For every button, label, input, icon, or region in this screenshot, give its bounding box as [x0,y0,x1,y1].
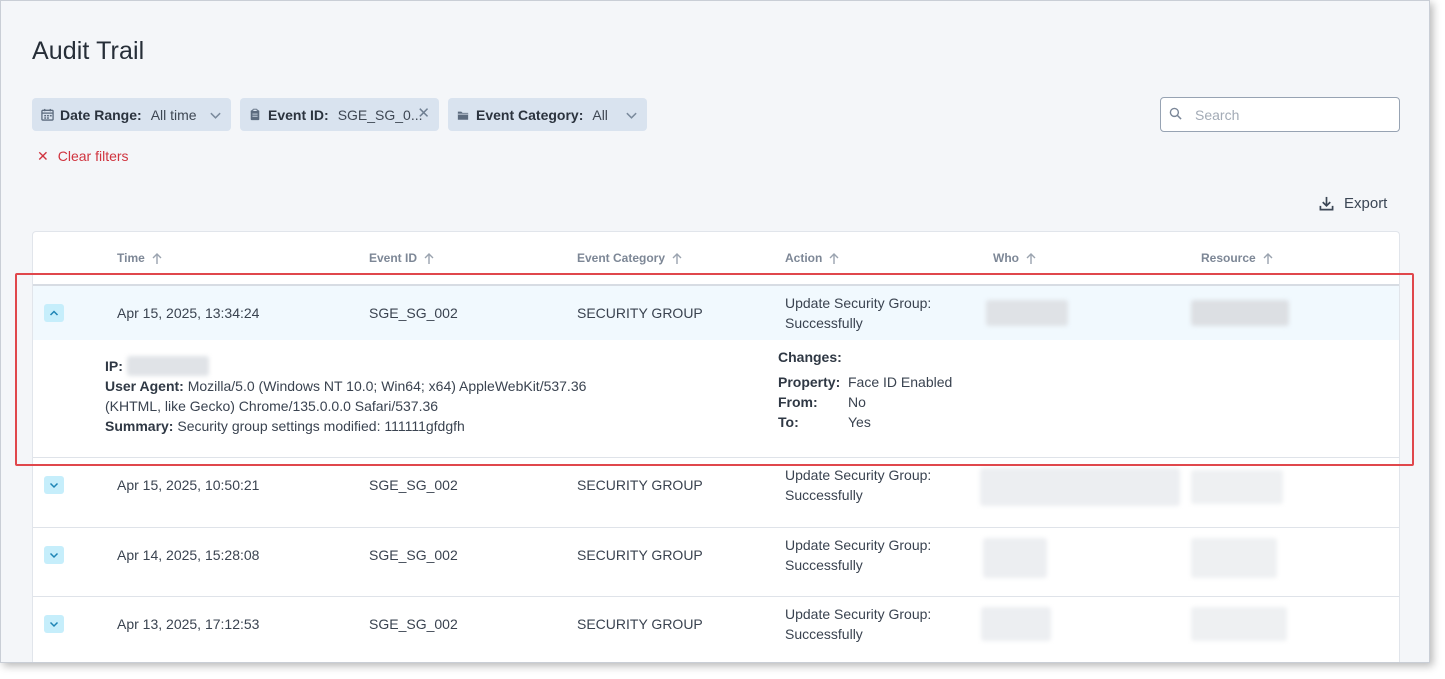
row-time: Apr 14, 2025, 15:28:08 [117,547,260,563]
event-id-filter[interactable]: Event ID: SGE_SG_0... ✕ [240,98,439,131]
row-time: Apr 13, 2025, 17:12:53 [117,616,260,632]
chevron-down-icon[interactable] [624,108,638,122]
row-event-id: SGE_SG_002 [369,547,458,563]
row-event-category: SECURITY GROUP [577,547,703,563]
redacted-resource [1191,607,1287,641]
column-header-event-id[interactable]: Event ID [369,251,434,265]
to-label: To: [778,414,799,430]
close-icon: ✕ [37,148,49,164]
event-id-label: Event ID: [268,106,329,123]
date-range-label: Date Range: [60,106,142,123]
detail-user-agent: User Agent: Mozilla/5.0 (Windows NT 10.0… [105,378,587,414]
table-row[interactable]: Apr 13, 2025, 17:12:53 SGE_SG_002 SECURI… [33,597,1399,662]
event-category-filter[interactable]: Event Category: All [448,98,647,131]
detail-ip: IP: [105,358,123,374]
changes-heading: Changes: [778,349,842,365]
redacted-resource [1191,300,1289,326]
folder-icon [456,108,470,122]
redacted-resource [1191,538,1277,578]
date-range-filter[interactable]: Date Range: All time [32,98,231,131]
app-window: Audit Trail Date Range: All time Event I… [0,0,1430,663]
row-time: Apr 15, 2025, 13:34:24 [117,305,260,321]
sort-arrow-up-icon [1263,252,1273,264]
column-header-action[interactable]: Action [785,251,839,265]
from-value: No [848,394,866,410]
row-event-category: SECURITY GROUP [577,616,703,632]
expand-row-button[interactable] [44,546,64,564]
sort-arrow-up-icon [672,252,682,264]
row-event-category: SECURITY GROUP [577,305,703,321]
column-header-who[interactable]: Who [993,251,1036,265]
search-box[interactable] [1160,97,1400,132]
event-id-value: SGE_SG_0... [337,106,423,123]
redacted-ip [127,356,209,376]
chevron-down-icon[interactable] [208,108,222,122]
calendar-icon [40,108,54,122]
search-icon [1169,107,1183,121]
row-action: Update Security Group: Successfully [785,606,932,642]
table-row[interactable]: Apr 14, 2025, 15:28:08 SGE_SG_002 SECURI… [33,528,1399,597]
row-action: Update Security Group: Successfully [785,467,932,503]
row-time: Apr 15, 2025, 10:50:21 [117,477,260,493]
download-icon [1319,196,1335,212]
redacted-who [980,468,1180,506]
sort-arrow-up-icon [829,252,839,264]
export-button[interactable]: Export [1319,195,1387,212]
row-event-category: SECURITY GROUP [577,477,703,493]
chevron-down-icon [49,482,59,489]
from-label: From: [778,394,818,410]
row-action: Update Security Group: Successfully [785,295,932,331]
page-title: Audit Trail [32,37,145,65]
clear-filters-button[interactable]: ✕ Clear filters [37,148,129,164]
export-label: Export [1344,195,1388,212]
expand-row-button[interactable] [44,615,64,633]
table-row[interactable]: Apr 15, 2025, 10:50:21 SGE_SG_002 SECURI… [33,458,1399,528]
redacted-who [986,300,1068,326]
detail-summary: Summary: Security group settings modifie… [105,418,465,434]
row-event-id: SGE_SG_002 [369,305,458,321]
sort-arrow-up-icon [424,252,434,264]
redacted-who [983,538,1047,578]
audit-table: Time Event ID Event Category Action Who … [32,231,1400,662]
search-input[interactable] [1195,98,1395,131]
table-row[interactable]: Apr 15, 2025, 13:34:24 SGE_SG_002 SECURI… [33,286,1399,340]
column-header-resource[interactable]: Resource [1201,251,1273,265]
sort-arrow-up-icon [1026,252,1036,264]
row-detail-panel: IP: User Agent: Mozilla/5.0 (Windows NT … [33,340,1399,458]
property-label: Property: [778,374,841,390]
column-header-time[interactable]: Time [117,251,162,265]
to-value: Yes [848,414,871,430]
property-value: Face ID Enabled [848,374,953,390]
row-action: Update Security Group: Successfully [785,537,932,573]
chevron-down-icon [49,552,59,559]
sort-arrow-up-icon [152,252,162,264]
redacted-resource [1191,470,1283,504]
chevron-up-icon [49,310,59,316]
event-category-label: Event Category: [476,106,584,123]
clear-event-id-icon[interactable]: ✕ [417,106,430,122]
column-header-event-category[interactable]: Event Category [577,251,682,265]
expand-row-button[interactable] [44,476,64,494]
redacted-who [981,607,1051,641]
date-range-value: All time [150,106,197,123]
clipboard-icon [248,108,262,122]
clear-filters-label: Clear filters [57,148,129,164]
row-event-id: SGE_SG_002 [369,616,458,632]
row-event-id: SGE_SG_002 [369,477,458,493]
event-category-value: All [592,106,608,123]
chevron-down-icon [49,621,59,628]
collapse-row-button[interactable] [44,304,64,322]
